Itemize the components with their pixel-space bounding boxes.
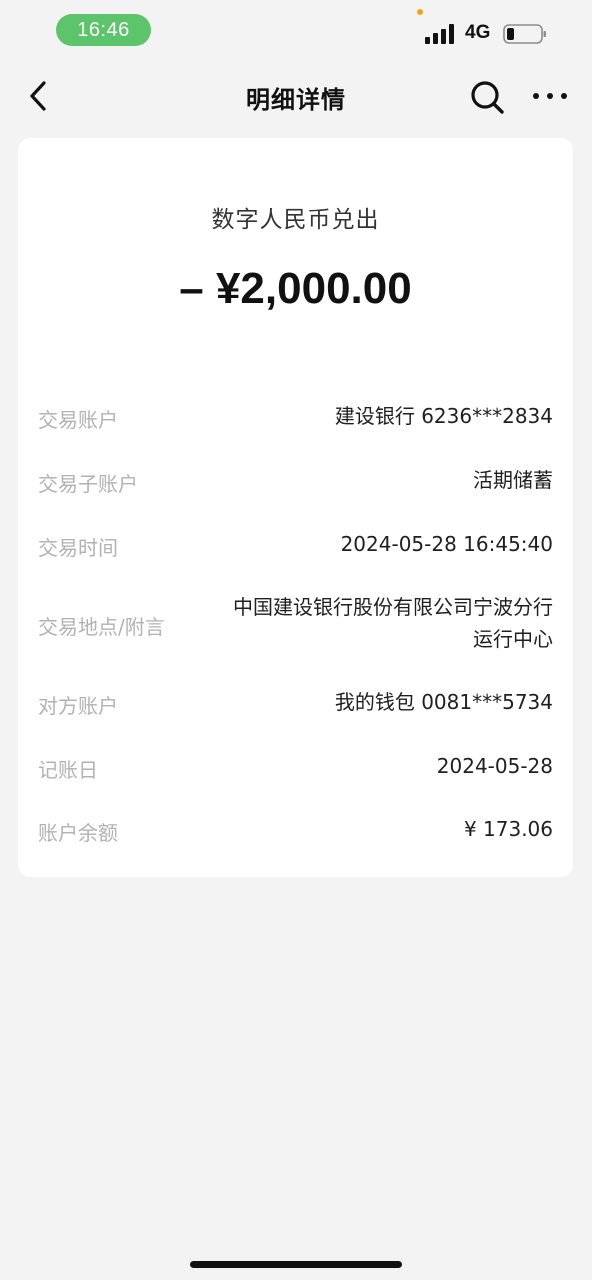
detail-value: 2024-05-28 [436,754,553,778]
privacy-indicator-dot [417,9,423,15]
transaction-amount: – ¥2,000.00 [179,264,412,313]
home-indicator[interactable] [190,1261,402,1268]
detail-label: 交易地点/附言 [38,615,165,639]
nav-bar: 明细详情 [0,66,592,126]
detail-label: 交易账户 [38,408,118,432]
detail-value: 建设银行 6236***2834 [334,404,553,428]
network-type: 4G [465,22,491,43]
status-bar: 16:46 4G [0,0,592,62]
detail-label: 账户余额 [38,821,118,845]
detail-value-line2: 运行中心 [473,627,553,651]
detail-value: 2024-05-28 16:45:40 [340,532,553,556]
signal-icon [425,24,454,44]
detail-label: 交易时间 [38,536,118,560]
detail-label: 对方账户 [38,694,118,718]
detail-label: 记账日 [38,758,98,782]
detail-value-line1: 中国建设银行股份有限公司宁波分行 [233,595,553,619]
detail-value: 活期储蓄 [473,468,553,492]
detail-value: ¥ 173.06 [463,817,553,841]
search-icon[interactable] [468,78,506,116]
battery-icon [503,24,546,44]
detail-label: 交易子账户 [38,472,138,496]
transaction-type: 数字人民币兑出 [211,207,380,233]
transaction-detail-card: 数字人民币兑出 – ¥2,000.00 交易账户 建设银行 6236***283… [18,138,573,877]
status-time: 16:46 [56,14,151,46]
more-dots-icon[interactable] [530,82,570,110]
detail-value: 我的钱包 0081***5734 [334,690,553,714]
